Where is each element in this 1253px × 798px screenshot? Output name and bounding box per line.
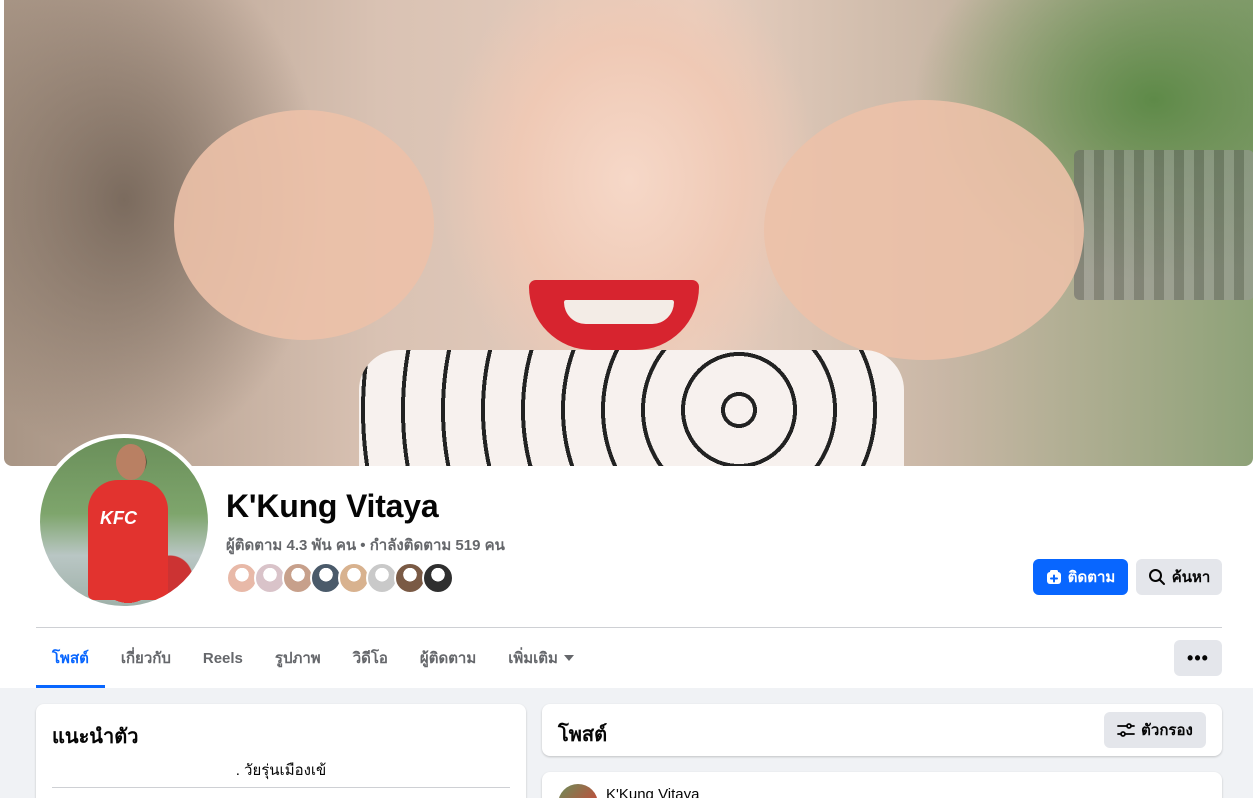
ellipsis-icon: ••• [1187,647,1209,668]
tab-videos[interactable]: วิดีโอ [337,628,404,688]
follower-stats[interactable]: ผู้ติดตาม 4.3 พัน คน • กำลังติดตาม 519 ค… [226,533,505,557]
post-author-name[interactable]: K'Kung Vitaya [606,786,700,798]
intro-divider [52,787,510,788]
tab-about[interactable]: เกี่ยวกับ [105,628,187,688]
search-label: ค้นหา [1171,569,1211,586]
tab-posts[interactable]: โพสต์ [36,628,105,688]
cover-photo[interactable] [4,0,1253,466]
follow-icon [1046,570,1061,584]
post-card: K'Kung Vitaya [542,772,1222,798]
follower-avatars [226,562,454,596]
tab-reels[interactable]: Reels [187,628,259,688]
profile-name: K'Kung Vitaya [226,488,439,524]
tab-more[interactable]: เพิ่มเติม [492,628,590,688]
profile-avatar[interactable]: KFC [36,434,212,610]
tab-photos[interactable]: รูปภาพ [259,628,337,688]
search-icon [1148,569,1165,585]
cover-basket [1074,150,1253,300]
avatar-jersey [88,480,168,600]
tab-followers[interactable]: ผู้ติดตาม [404,628,492,688]
follow-label: ติดตาม [1067,569,1116,586]
cover-teeth [564,300,674,324]
intro-card: แนะนำตัว . วัยรุ่นเมืองเข้ [36,704,526,798]
cover-shirt [359,350,904,466]
cover-right-hand [764,100,1084,360]
intro-bio: . วัยรุ่นเมืองเข้ [235,762,327,779]
posts-header-card: โพสต์ ตัวกรอง [542,704,1222,756]
avatar-jersey-logo: KFC [100,508,137,528]
follow-button[interactable]: ติดตาม [1033,559,1128,595]
follower-avatar[interactable] [422,562,454,594]
post-author-avatar[interactable] [558,784,598,798]
intro-title: แนะนำตัว [52,726,139,748]
cover-left-hand [174,110,434,340]
profile-tabs: โพสต์ เกี่ยวกับ Reels รูปภาพ วิดีโอ ผู้ต… [36,628,590,688]
filter-label: ตัวกรอง [1141,722,1193,739]
posts-title: โพสต์ [558,724,608,746]
filter-button[interactable]: ตัวกรอง [1104,712,1206,748]
chevron-down-icon [563,655,574,661]
search-button[interactable]: ค้นหา [1136,559,1222,595]
avatar-head [116,444,146,480]
more-options-button[interactable]: ••• [1174,640,1222,676]
filter-icon [1117,723,1136,737]
